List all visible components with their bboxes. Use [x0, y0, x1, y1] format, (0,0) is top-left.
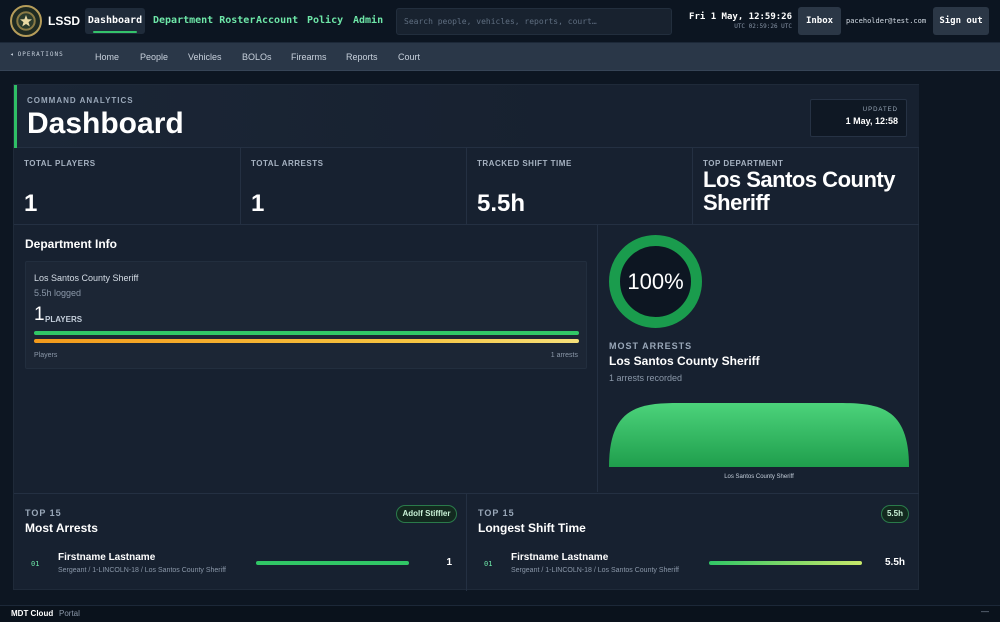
- top-eyebrow: TOP 15: [25, 508, 62, 518]
- department-info-section: Department Info Los Santos County Sherif…: [14, 225, 598, 492]
- subnav-home[interactable]: Home: [95, 52, 119, 62]
- most-arrests-sub: 1 arrests recorded: [609, 373, 683, 383]
- row-rank: 01: [484, 560, 493, 568]
- subnav-reports[interactable]: Reports: [346, 52, 378, 62]
- arrests-progress-bar: [34, 339, 579, 343]
- stat-top-department: TOP DEPARTMENT Los Santos County Sheriff: [693, 148, 919, 225]
- dashboard-header: COMMAND ANALYTICS Dashboard UPDATED 1 Ma…: [14, 85, 919, 148]
- stat-total-arrests: TOTAL ARRESTS 1: [241, 148, 467, 225]
- updated-value: 1 May, 12:58: [845, 116, 898, 126]
- player-count-label: PLAYERS: [45, 315, 83, 324]
- subnav-bolos[interactable]: BOLOs: [242, 52, 272, 62]
- row-value: 5.5h: [884, 557, 905, 568]
- row-name[interactable]: Firstname Lastname: [511, 552, 608, 563]
- stat-value: 1: [251, 190, 265, 217]
- nav-tab-department-roster[interactable]: Department Roster: [153, 15, 255, 26]
- area-fill: [609, 403, 909, 467]
- footer-app-name: MDT Cloud: [11, 609, 54, 618]
- subnav-vehicles[interactable]: Vehicles: [188, 52, 222, 62]
- sheriff-badge-icon[interactable]: [10, 5, 42, 37]
- sub-nav: OPERATIONS Home People Vehicles BOLOs Fi…: [0, 43, 1000, 71]
- updated-label: UPDATED: [862, 107, 898, 113]
- nav-tab-policy[interactable]: Policy: [307, 15, 343, 26]
- header-eyebrow: COMMAND ANALYTICS: [27, 96, 134, 105]
- stat-tracked-shift-time: TRACKED SHIFT TIME 5.5h: [467, 148, 693, 225]
- top-bar: LSSD Dashboard Department Roster Account…: [0, 0, 1000, 43]
- footer-section: Portal: [59, 609, 80, 618]
- brand-name[interactable]: LSSD: [48, 14, 80, 28]
- row-name[interactable]: Firstname Lastname: [58, 552, 155, 563]
- area-chart-caption: Los Santos County Sheriff: [724, 474, 794, 480]
- most-arrests-section: 100% MOST ARRESTS Los Santos County Sher…: [599, 225, 919, 492]
- dashboard-panel: COMMAND ANALYTICS Dashboard UPDATED 1 Ma…: [13, 84, 919, 591]
- footer-collapse-button[interactable]: —: [981, 607, 989, 616]
- sign-out-button[interactable]: Sign out: [933, 7, 989, 35]
- page-title: Dashboard: [27, 107, 184, 140]
- nav-tab-admin[interactable]: Admin: [353, 15, 383, 26]
- subnav-court[interactable]: Court: [398, 52, 420, 62]
- utc-time: UTC 02:59:26 UTC: [734, 23, 792, 30]
- department-card[interactable]: Los Santos County Sheriff 5.5h logged 1 …: [25, 261, 587, 369]
- top-title: Longest Shift Time: [478, 521, 586, 535]
- department-logged: 5.5h logged: [34, 288, 82, 298]
- footer-bar: MDT Cloud Portal —: [0, 605, 1000, 622]
- search-input[interactable]: Search people, vehicles, reports, court…: [396, 8, 672, 35]
- most-arrests-department: Los Santos County Sheriff: [609, 354, 760, 368]
- operations-toggle[interactable]: OPERATIONS: [10, 51, 64, 58]
- inbox-button[interactable]: Inbox: [798, 7, 841, 35]
- arrests-footer: 1 arrests: [550, 352, 578, 359]
- player-count: 1: [34, 304, 45, 325]
- stat-total-players: TOTAL PLAYERS 1: [14, 148, 241, 225]
- user-email: paceholder@test.com: [846, 17, 927, 25]
- updated-badge: UPDATED 1 May, 12:58: [810, 99, 907, 137]
- players-progress-bar: [34, 331, 579, 335]
- row-value: 1: [446, 557, 452, 568]
- subnav-firearms[interactable]: Firearms: [291, 52, 327, 62]
- most-arrests-label: MOST ARRESTS: [609, 341, 693, 351]
- top-title: Most Arrests: [25, 521, 98, 535]
- leader-badge: Adolf Stiffler: [396, 505, 457, 523]
- stat-label: TOTAL ARRESTS: [251, 159, 324, 168]
- stat-value: 5.5h: [477, 190, 526, 217]
- row-progress-bar: [256, 561, 409, 565]
- arrests-area-chart: [609, 403, 909, 467]
- top-eyebrow: TOP 15: [478, 508, 515, 518]
- top-most-arrests: TOP 15 Most Arrests Adolf Stiffler 01 Fi…: [14, 493, 467, 591]
- stat-label: TRACKED SHIFT TIME: [477, 159, 572, 168]
- stat-value: 1: [24, 190, 38, 217]
- subnav-people[interactable]: People: [140, 52, 168, 62]
- row-info: Sergeant / 1-LINCOLN-18 / Los Santos Cou…: [58, 567, 226, 574]
- clock: Fri 1 May, 12:59:26 UTC 02:59:26 UTC: [688, 12, 792, 30]
- leader-badge: 5.5h: [881, 505, 909, 523]
- nav-tab-dashboard[interactable]: Dashboard: [85, 8, 145, 34]
- local-time: Fri 1 May, 12:59:26: [689, 12, 792, 22]
- top-longest-shift: TOP 15 Longest Shift Time 5.5h 01 Firstn…: [467, 493, 919, 591]
- nav-tab-account[interactable]: Account: [256, 15, 298, 26]
- percent-value: 100%: [627, 269, 684, 294]
- row-rank: 01: [31, 560, 40, 568]
- stat-label: TOTAL PLAYERS: [24, 159, 96, 168]
- players-footer: Players: [34, 352, 58, 359]
- stat-value: Los Santos County Sheriff: [703, 167, 895, 215]
- row-info: Sergeant / 1-LINCOLN-18 / Los Santos Cou…: [511, 567, 679, 574]
- section-title: Department Info: [25, 237, 118, 251]
- row-progress-bar: [709, 561, 862, 565]
- department-name: Los Santos County Sheriff: [34, 273, 139, 283]
